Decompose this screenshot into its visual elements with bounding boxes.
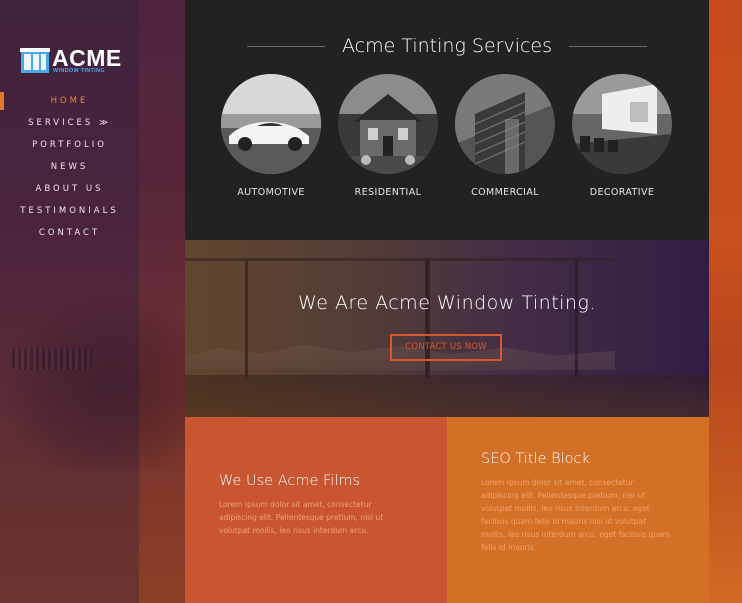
sports-car-photo-icon (221, 74, 321, 174)
house-photo-icon (338, 74, 438, 174)
nav-item-news[interactable]: NEWS (0, 160, 139, 182)
services-section: Acme Tinting Services AUTOMOTIVE RESIDEN… (185, 0, 709, 240)
nav-item-contact[interactable]: CONTACT (0, 226, 139, 248)
nav-item-testimonials[interactable]: TESTIMONIALS (0, 204, 139, 226)
nav-item-about-us[interactable]: ABOUT US (0, 182, 139, 204)
sidebar (0, 0, 139, 603)
sidebar-edge (139, 0, 185, 603)
service-residential[interactable]: RESIDENTIAL (338, 74, 438, 198)
service-label: COMMERCIAL (471, 187, 539, 198)
service-label: AUTOMOTIVE (237, 187, 305, 198)
heading-rule-right (569, 46, 647, 47)
service-commercial[interactable]: COMMERCIAL (455, 74, 555, 198)
office-photo-icon (572, 74, 672, 174)
films-block-title: We Use Acme Films (219, 473, 361, 489)
seo-block-title: SEO Title Block (481, 451, 590, 467)
services-heading-row: Acme Tinting Services (185, 34, 709, 58)
logo-name: ACME (52, 45, 122, 71)
nav-item-services[interactable]: SERVICES ≫ (0, 116, 139, 138)
films-block: We Use Acme Films Lorem ipsum dolor sit … (185, 417, 447, 603)
service-decorative[interactable]: DECORATIVE (572, 74, 672, 198)
logo-tagline: WINDOW TINTING (53, 68, 105, 74)
main-nav: HOME SERVICES ≫ PORTFOLIO NEWS ABOUT US … (0, 94, 139, 248)
hero-title: We Are Acme Window Tinting. (298, 292, 596, 314)
service-automotive[interactable]: AUTOMOTIVE (221, 74, 321, 198)
contact-us-button[interactable]: CONTACT US NOW (390, 334, 502, 361)
background-right (709, 0, 742, 603)
films-block-text: Lorem ipsum dolor sit amet, consectetur … (219, 500, 384, 535)
seo-block-text: Lorem ipsum dolor sit amet, consectetur … (481, 478, 670, 552)
hero-overlay (185, 240, 709, 417)
building-photo-icon (455, 74, 555, 174)
nav-item-home[interactable]: HOME (0, 94, 139, 116)
seo-block: SEO Title Block Lorem ipsum dolor sit am… (447, 417, 709, 603)
window-logo-icon (20, 48, 50, 73)
nav-item-portfolio[interactable]: PORTFOLIO (0, 138, 139, 160)
hero-banner: We Are Acme Window Tinting. CONTACT US N… (185, 240, 709, 417)
logo[interactable]: ACME WINDOW TINTING (20, 45, 122, 75)
service-label: DECORATIVE (589, 187, 655, 198)
service-label: RESIDENTIAL (354, 187, 422, 198)
